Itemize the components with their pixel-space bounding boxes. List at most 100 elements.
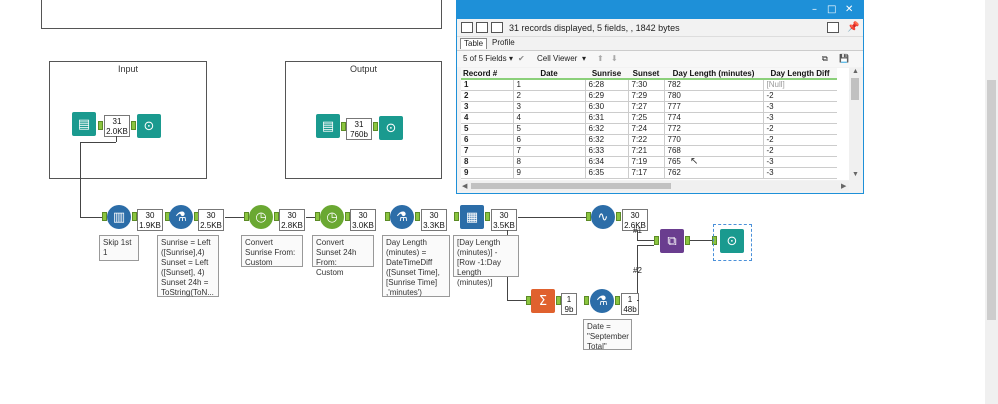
table-row[interactable]: 9 9 6:35 7:17 762 -3	[461, 167, 837, 179]
table-row[interactable]: 8 8 6:34 7:19 765 -3	[461, 156, 837, 168]
multi-row-formula-tool[interactable]: ▦	[460, 205, 484, 229]
scrollbar-thumb[interactable]	[851, 78, 859, 100]
formula-tool-total[interactable]: ⚗	[590, 289, 614, 313]
scrollbar-thumb[interactable]	[471, 183, 671, 189]
table-cell[interactable]: 1	[512, 79, 585, 91]
layout-split-vertical-icon[interactable]	[476, 22, 488, 33]
input-anchor[interactable]	[584, 296, 589, 305]
chevron-down-icon[interactable]: ▾	[582, 54, 586, 63]
browse-tool[interactable]: ⊙	[379, 116, 403, 140]
column-header[interactable]: Record #	[461, 68, 513, 80]
union-tool[interactable]: ⧉	[660, 229, 684, 253]
table-row[interactable]: 4 4 6:31 7:25 774 -3	[461, 112, 837, 124]
input-data-tool[interactable]: ▤	[72, 112, 96, 136]
scrollbar-thumb[interactable]	[987, 80, 996, 320]
input-anchor[interactable]	[454, 212, 459, 221]
table-cell[interactable]: [Null]	[762, 79, 837, 91]
output-anchor[interactable]	[485, 212, 490, 221]
table-row[interactable]: 3 3 6:30 7:27 777 -3	[461, 101, 837, 113]
close-icon[interactable]: ✕	[845, 4, 853, 15]
table-cell[interactable]: 6:32	[584, 123, 628, 135]
output-data-tool[interactable]: ▤	[316, 114, 340, 138]
table-cell[interactable]: 772	[663, 123, 763, 135]
table-cell[interactable]: 3	[512, 101, 585, 113]
table-cell[interactable]: 4	[512, 112, 585, 124]
results-window[interactable]: – □ ✕ 31 records displayed, 5 fields, , …	[456, 0, 864, 194]
scroll-right-icon[interactable]: ▶	[841, 182, 846, 190]
table-cell[interactable]: 7:25	[627, 112, 664, 124]
select-records-tool[interactable]: ▥	[107, 205, 131, 229]
table-cell[interactable]: -3	[762, 112, 837, 124]
container-top[interactable]	[41, 0, 442, 29]
table-cell[interactable]: 2	[461, 90, 513, 102]
scroll-down-icon[interactable]: ▼	[852, 171, 859, 178]
output-anchor[interactable]	[615, 296, 620, 305]
table-cell[interactable]: 6:32	[584, 134, 628, 146]
table-row[interactable]: 7 7 6:33 7:21 768 -2	[461, 145, 837, 157]
table-cell[interactable]: -3	[762, 167, 837, 179]
table-cell[interactable]: 765	[663, 156, 763, 168]
table-cell[interactable]: 780	[663, 90, 763, 102]
browse-tool-final[interactable]: ⊙	[720, 229, 744, 253]
input-anchor[interactable]	[654, 236, 659, 245]
vertical-scrollbar[interactable]: ▲ ▼	[849, 68, 861, 180]
output-anchor[interactable]	[616, 212, 621, 221]
summarize-tool[interactable]: Σ	[531, 289, 555, 313]
table-cell[interactable]: -2	[762, 90, 837, 102]
table-cell[interactable]: 6:34	[584, 156, 628, 168]
table-cell[interactable]: 7:17	[627, 167, 664, 179]
canvas-vertical-scrollbar[interactable]	[985, 0, 998, 404]
layout-split-horizontal-icon[interactable]	[491, 22, 503, 33]
table-cell[interactable]: -2	[762, 145, 837, 157]
check-icon[interactable]: ✔	[518, 54, 525, 63]
column-header[interactable]: Sunrise	[585, 68, 628, 80]
formula-tool[interactable]: ⚗	[169, 205, 193, 229]
table-cell[interactable]: 6	[512, 134, 585, 146]
table-cell[interactable]: 6:28	[584, 79, 628, 91]
datetime-tool-sunset[interactable]: ◷	[320, 205, 344, 229]
table-cell[interactable]: 6	[461, 134, 513, 146]
column-header[interactable]: Date	[513, 68, 585, 80]
copy-icon[interactable]: ⧉	[822, 54, 828, 64]
table-cell[interactable]: 7	[512, 145, 585, 157]
table-row[interactable]: 5 5 6:32 7:24 772 -2	[461, 123, 837, 135]
table-cell[interactable]: 3	[461, 101, 513, 113]
table-cell[interactable]: 4	[461, 112, 513, 124]
sort-tool[interactable]: ∿	[591, 205, 615, 229]
datetime-tool-sunrise[interactable]: ◷	[249, 205, 273, 229]
fields-dropdown[interactable]: 5 of 5 Fields	[463, 54, 507, 63]
browse-tool[interactable]: ⊙	[137, 114, 161, 138]
table-cell[interactable]: 5	[512, 123, 585, 135]
table-cell[interactable]: -3	[762, 156, 837, 168]
table-cell[interactable]: 5	[461, 123, 513, 135]
table-cell[interactable]: -2	[762, 134, 837, 146]
table-cell[interactable]: 7:27	[627, 101, 664, 113]
table-cell[interactable]: 2	[512, 90, 585, 102]
scroll-up-icon[interactable]: ▲	[852, 68, 859, 75]
table-cell[interactable]: 7:22	[627, 134, 664, 146]
tab-table[interactable]: Table	[460, 38, 488, 49]
table-row[interactable]: 6 6 6:32 7:22 770 -2	[461, 134, 837, 146]
add-window-icon[interactable]	[827, 22, 839, 33]
column-header[interactable]: Day Length (minutes)	[664, 68, 763, 80]
save-icon[interactable]: 💾	[839, 54, 849, 63]
output-anchor[interactable]	[98, 121, 103, 130]
table-cell[interactable]: 774	[663, 112, 763, 124]
horizontal-scrollbar[interactable]: ◀ ▶	[461, 181, 849, 191]
column-header[interactable]: Day Length Diff	[763, 68, 837, 80]
layout-single-icon[interactable]	[461, 22, 473, 33]
table-cell[interactable]: 6:35	[584, 167, 628, 179]
table-cell[interactable]: 7:21	[627, 145, 664, 157]
pin-icon[interactable]: 📌	[847, 22, 859, 33]
table-row[interactable]: 1 1 6:28 7:30 782 [Null]	[461, 79, 837, 91]
table-cell[interactable]: 762	[663, 167, 763, 179]
results-titlebar[interactable]: – □ ✕	[457, 1, 863, 19]
formula-tool-daylength[interactable]: ⚗	[390, 205, 414, 229]
arrow-up-icon[interactable]: ⬆	[597, 54, 604, 63]
table-cell[interactable]: 8	[461, 156, 513, 168]
table-cell[interactable]: 7:30	[627, 79, 664, 91]
arrow-down-icon[interactable]: ⬇	[611, 54, 618, 63]
results-grid[interactable]: Record # Date Sunrise Sunset Day Length …	[461, 68, 849, 180]
table-cell[interactable]: 768	[663, 145, 763, 157]
table-cell[interactable]: 9	[461, 167, 513, 179]
